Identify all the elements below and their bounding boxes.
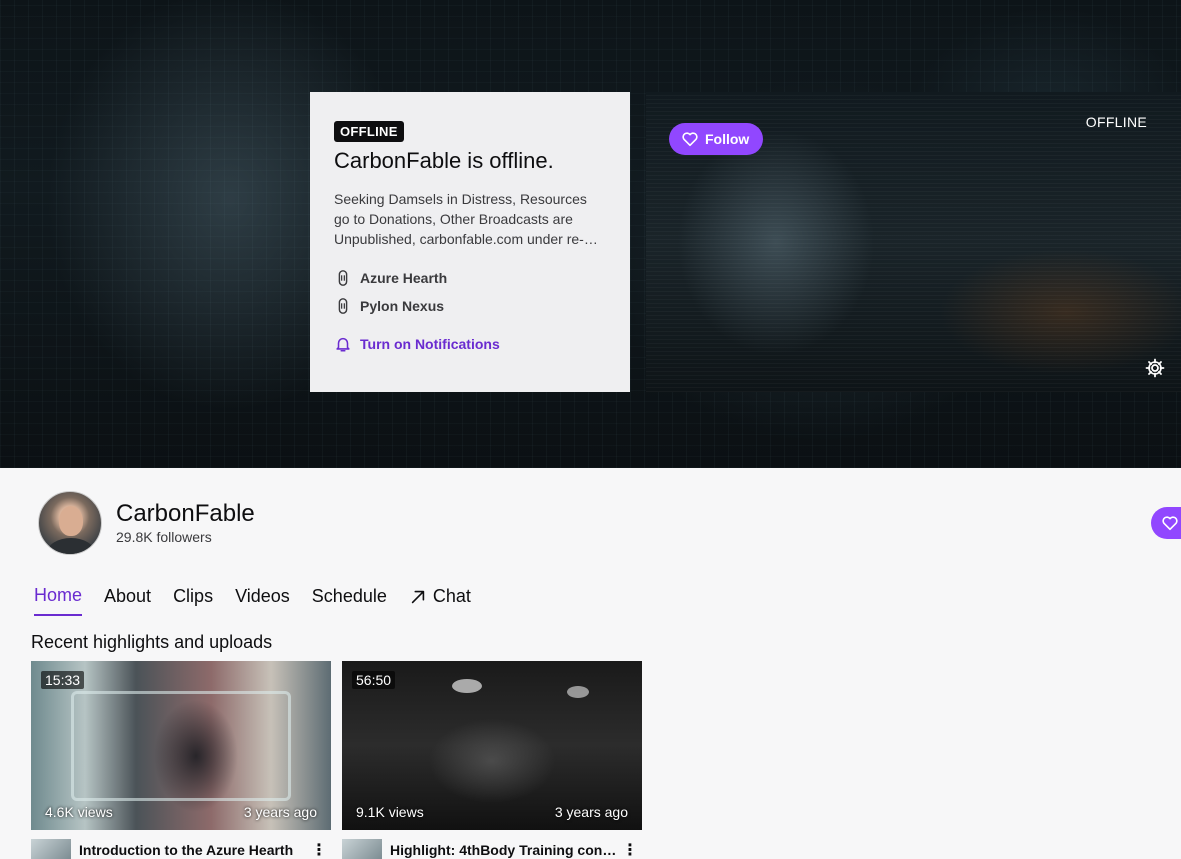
- team-link-azure-hearth[interactable]: Azure Hearth: [334, 269, 606, 287]
- video-meta: Highlight: 4thBody Training con… ⋮: [342, 839, 642, 859]
- video-thumbnail[interactable]: 15:33 4.6K views 3 years ago: [31, 661, 331, 830]
- heart-icon: [1162, 516, 1178, 531]
- team-name: Azure Hearth: [360, 270, 448, 286]
- thumbnail-art: [567, 686, 589, 698]
- notifications-label: Turn on Notifications: [360, 336, 500, 352]
- thumbnail-art: [452, 679, 482, 693]
- section-title: Recent highlights and uploads: [31, 632, 273, 652]
- tab-schedule[interactable]: Schedule: [312, 585, 387, 616]
- tab-chat[interactable]: Chat: [409, 585, 471, 616]
- follow-button-secondary[interactable]: [1151, 507, 1181, 539]
- video-meta: Introduction to the Azure Hearth ⋮: [31, 839, 331, 859]
- avatar-shirt: [47, 538, 95, 554]
- gear-icon[interactable]: [1145, 358, 1165, 378]
- offline-card: OFFLINE CarbonFable is offline. Seeking …: [310, 92, 630, 392]
- video-thumbnail[interactable]: 56:50 9.1K views 3 years ago: [342, 661, 642, 830]
- offline-title: CarbonFable is offline.: [334, 148, 554, 173]
- bell-icon: [336, 337, 350, 352]
- video-age: 3 years ago: [554, 804, 628, 820]
- tab-home[interactable]: Home: [34, 585, 83, 616]
- follow-label: Follow: [705, 131, 750, 147]
- more-options-icon[interactable]: ⋮: [311, 840, 327, 859]
- channel-banner: OFFLINE CarbonFable is offline. Seeking …: [0, 0, 1181, 468]
- offline-badge: OFFLINE: [334, 121, 404, 142]
- channel-avatar[interactable]: [38, 491, 102, 555]
- follower-count: 29.8K followers: [116, 529, 212, 545]
- video-duration: 56:50: [352, 671, 396, 689]
- video-game-thumbnail[interactable]: [31, 839, 71, 859]
- channel-description: Seeking Damsels in Distress, Resources g…: [334, 191, 598, 247]
- team-link-pylon-nexus[interactable]: Pylon Nexus: [334, 297, 606, 315]
- thumbnail-art: [71, 691, 291, 801]
- channel-tabs: Home About Clips Videos Schedule Chat: [34, 585, 493, 616]
- video-title[interactable]: Introduction to the Azure Hearth: [79, 842, 307, 858]
- video-views: 9.1K views: [356, 804, 424, 820]
- tab-videos[interactable]: Videos: [235, 585, 290, 616]
- team-icon: [338, 298, 348, 314]
- team-name: Pylon Nexus: [360, 298, 445, 314]
- team-icon: [338, 270, 348, 286]
- follow-button[interactable]: Follow: [669, 123, 764, 155]
- tab-about[interactable]: About: [104, 585, 151, 616]
- heart-icon: [682, 132, 698, 147]
- player-status: OFFLINE: [1085, 114, 1147, 130]
- video-age: 3 years ago: [243, 804, 317, 820]
- external-arrow-icon: [411, 590, 425, 603]
- video-duration: 15:33: [41, 671, 85, 689]
- tab-chat-label: Chat: [432, 586, 471, 606]
- video-title[interactable]: Highlight: 4thBody Training con…: [390, 842, 618, 858]
- offline-player[interactable]: Follow OFFLINE: [646, 92, 1181, 392]
- channel-name: CarbonFable: [116, 500, 255, 527]
- video-card: 56:50 9.1K views 3 years ago Highlight: …: [342, 661, 642, 859]
- video-views: 4.6K views: [45, 804, 113, 820]
- turn-on-notifications-button[interactable]: Turn on Notifications: [334, 335, 606, 353]
- more-options-icon[interactable]: ⋮: [622, 840, 638, 859]
- tab-clips[interactable]: Clips: [173, 585, 213, 616]
- video-card: 15:33 4.6K views 3 years ago Introductio…: [31, 661, 331, 859]
- avatar-face: [59, 506, 83, 536]
- video-game-thumbnail[interactable]: [342, 839, 382, 859]
